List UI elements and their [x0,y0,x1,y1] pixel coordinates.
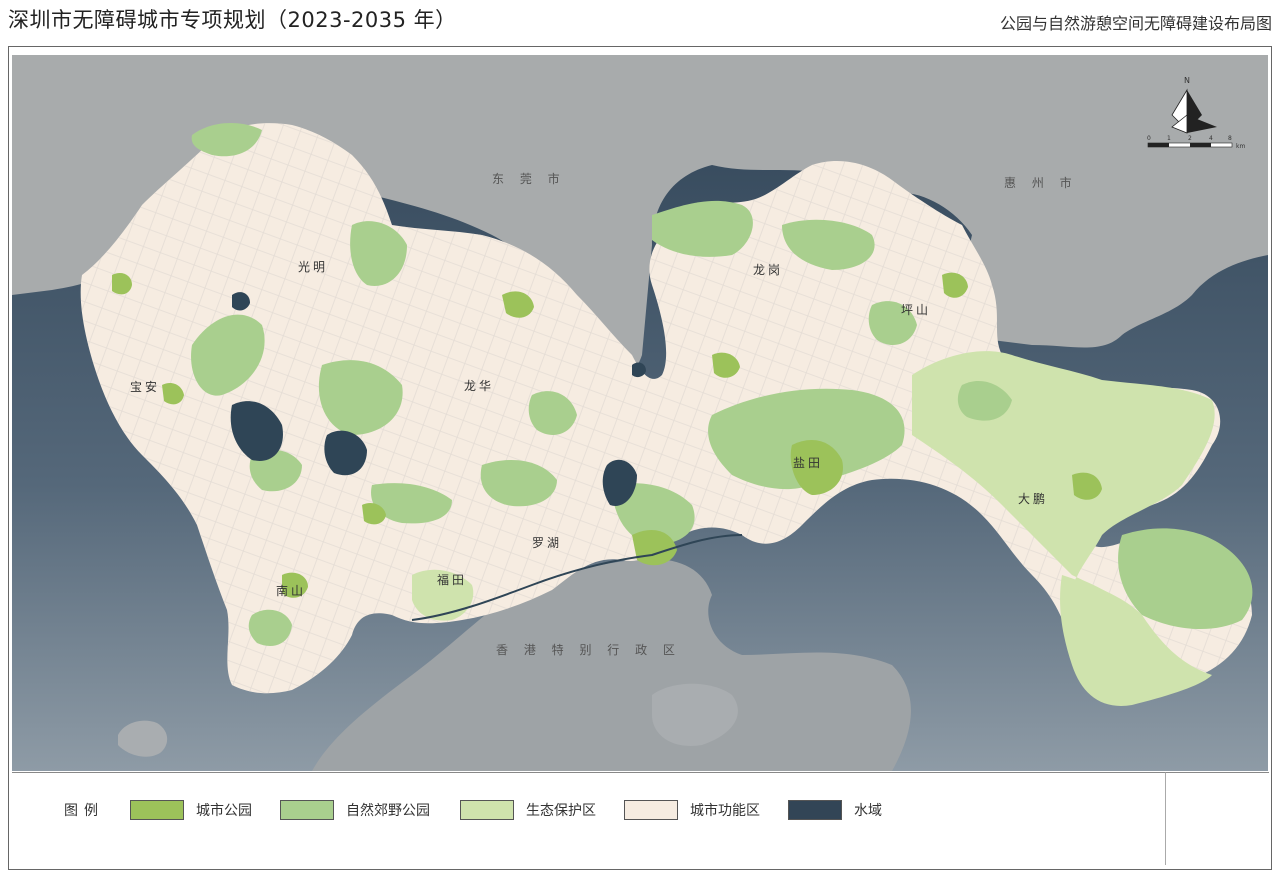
district-label: 龙岗 [753,263,783,277]
legend-title: 图例 [64,803,104,819]
district-label: 盐田 [793,456,823,470]
legend-swatch [624,800,678,820]
scale-tick: 4 [1209,135,1213,142]
legend-label: 自然郊野公园 [346,803,430,819]
legend-swatch [788,800,842,820]
district-label: 罗湖 [532,535,562,550]
legend-label: 城市公园 [196,803,252,819]
legend-item-city-park: 城市公园 [130,799,252,821]
map-subtitle: 公园与自然游憩空间无障碍建设布局图 [999,14,1272,33]
legend-swatch [460,800,514,820]
scale-unit: km [1236,143,1245,150]
region-label: 香 港 特 别 行 政 区 [496,642,681,657]
region-label: 惠 州 市 [1004,175,1078,190]
map-svg: 光明 宝安 龙华 南山 福田 罗湖 龙岗 坪山 盐田 大鹏 东 莞 市 惠 州 … [12,55,1268,771]
district-label: 坪山 [901,303,931,317]
district-label: 大鹏 [1018,492,1048,506]
scale-tick: 2 [1188,135,1192,142]
district-label: 南山 [276,583,306,598]
region-label: 东 莞 市 [492,171,566,186]
page-title: 深圳市无障碍城市专项规划（2023-2035 年） [8,8,457,32]
legend-side-panel [1165,772,1269,865]
legend-panel: 图例 城市公园 自然郊野公园 生态保护区 城市功能区 水域 [12,772,1165,865]
legend-label: 城市功能区 [690,803,760,819]
map-canvas[interactable]: 光明 宝安 龙华 南山 福田 罗湖 龙岗 坪山 盐田 大鹏 东 莞 市 惠 州 … [12,55,1268,771]
legend-item-eco-reserve: 生态保护区 [460,799,596,821]
scale-tick: 0 [1147,135,1151,142]
district-label: 龙华 [464,379,494,393]
legend-item-urban-area: 城市功能区 [624,799,760,821]
scale-tick: 1 [1167,135,1171,142]
legend-swatch [280,800,334,820]
legend-swatch [130,800,184,820]
district-label: 光明 [298,260,328,274]
district-label: 福田 [437,572,467,587]
legend-item-water: 水域 [788,799,882,821]
district-label: 宝安 [130,379,160,394]
legend-item-country-park: 自然郊野公园 [280,799,430,821]
scale-tick: 8 [1228,135,1232,142]
legend-label: 生态保护区 [526,803,596,819]
north-arrow-label: N [1184,76,1190,85]
legend-label: 水域 [854,803,882,819]
